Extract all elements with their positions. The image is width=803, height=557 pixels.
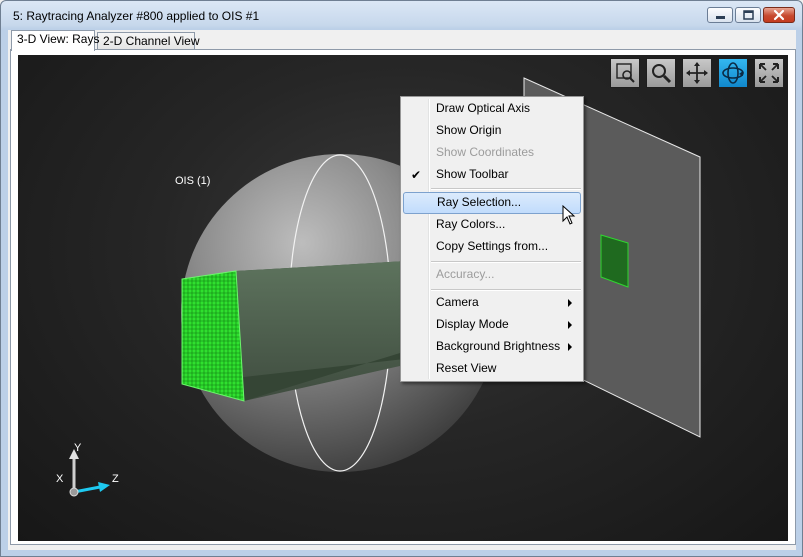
zoom-button[interactable] bbox=[646, 58, 676, 88]
context-menu: Draw Optical Axis Show Origin Show Coord… bbox=[400, 96, 584, 382]
rotate-button[interactable] bbox=[718, 58, 748, 88]
zoom-box-button[interactable] bbox=[610, 58, 640, 88]
rotate-icon bbox=[722, 62, 744, 84]
zoom-box-icon bbox=[616, 63, 635, 83]
pan-icon bbox=[686, 62, 708, 84]
menu-item-display-mode[interactable]: Display Mode bbox=[403, 314, 581, 336]
menu-separator bbox=[431, 188, 581, 190]
menu-item-reset-view[interactable]: Reset View bbox=[403, 358, 581, 380]
menu-item-show-origin[interactable]: Show Origin bbox=[403, 120, 581, 142]
menu-item-copy-settings[interactable]: Copy Settings from... bbox=[403, 236, 581, 258]
mouse-cursor-icon bbox=[562, 205, 576, 225]
submenu-arrow-icon bbox=[568, 299, 572, 307]
axis-gizmo bbox=[69, 449, 110, 497]
axis-label-x: X bbox=[56, 473, 64, 485]
menu-item-label: Background Brightness bbox=[436, 339, 561, 353]
submenu-arrow-icon bbox=[568, 343, 572, 351]
fit-to-view-button[interactable] bbox=[754, 58, 784, 88]
tab-3d-view-rays[interactable]: 3-D View: Rays bbox=[11, 30, 99, 51]
menu-item-label: Camera bbox=[436, 295, 479, 309]
menu-item-ray-colors[interactable]: Ray Colors... bbox=[403, 214, 581, 236]
minimize-icon bbox=[716, 16, 725, 19]
menu-item-camera[interactable]: Camera bbox=[403, 292, 581, 314]
menu-item-background-brightness[interactable]: Background Brightness bbox=[403, 336, 581, 358]
object-label: OIS (1) bbox=[175, 175, 211, 187]
minimize-button[interactable] bbox=[707, 7, 733, 23]
title-bar[interactable]: 5: Raytracing Analyzer #800 applied to O… bbox=[1, 1, 802, 29]
close-button[interactable] bbox=[763, 7, 795, 23]
menu-separator bbox=[431, 261, 581, 263]
tab-2d-channel-view[interactable]: 2-D Channel View bbox=[97, 32, 200, 50]
zoom-icon bbox=[652, 64, 672, 84]
ray-bundle-front bbox=[181, 270, 245, 402]
check-icon: ✔ bbox=[411, 168, 422, 182]
pan-button[interactable] bbox=[682, 58, 712, 88]
menu-separator bbox=[431, 289, 581, 291]
axis-label-z: Z bbox=[112, 473, 119, 485]
menu-item-ray-selection[interactable]: Ray Selection... bbox=[403, 192, 581, 214]
maximize-button[interactable] bbox=[735, 7, 761, 23]
submenu-arrow-icon bbox=[568, 321, 572, 329]
menu-item-accuracy[interactable]: Accuracy... bbox=[403, 264, 581, 286]
maximize-icon bbox=[743, 10, 754, 20]
fit-to-view-icon bbox=[759, 63, 779, 83]
menu-item-label: Display Mode bbox=[436, 317, 509, 331]
menu-item-draw-optical-axis[interactable]: Draw Optical Axis bbox=[403, 98, 581, 120]
close-icon bbox=[773, 9, 785, 21]
window-title: 5: Raytracing Analyzer #800 applied to O… bbox=[13, 9, 260, 23]
menu-item-label: Show Toolbar bbox=[436, 167, 509, 181]
axis-label-y: Y bbox=[74, 442, 82, 454]
menu-item-show-toolbar[interactable]: ✔ Show Toolbar bbox=[403, 164, 581, 186]
menu-item-show-coordinates[interactable]: Show Coordinates bbox=[403, 142, 581, 164]
